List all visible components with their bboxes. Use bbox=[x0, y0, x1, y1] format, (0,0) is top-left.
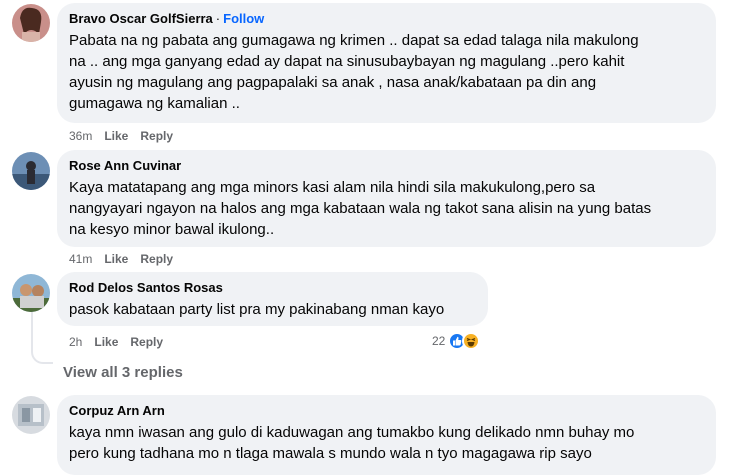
comment-text-line: na kesyo minor bawal ikulong.. bbox=[69, 221, 275, 238]
comment-text-line: ayusin ng magulang ang pagpapalaki sa an… bbox=[69, 74, 597, 91]
comment-text-line: nangyayari ngayon na halos ang mga kabat… bbox=[69, 200, 652, 217]
reaction-count: 22 bbox=[432, 334, 446, 348]
separator: · bbox=[215, 11, 221, 26]
comment-meta: 41m Like Reply bbox=[69, 251, 185, 267]
comment-author[interactable]: Bravo Oscar GolfSierra bbox=[69, 11, 213, 26]
comment-text-line: gumagawa ng kamalian .. bbox=[69, 95, 240, 112]
comment-text: Pabata na ng pabata ang gumagawa ng krim… bbox=[69, 30, 704, 114]
haha-icon bbox=[462, 332, 481, 350]
like-button[interactable]: Like bbox=[104, 129, 128, 143]
comment-meta: 36m Like Reply bbox=[69, 128, 185, 144]
comment-text: kaya nmn iwasan ang gulo di kaduwagan an… bbox=[69, 422, 704, 464]
thread-connector bbox=[31, 306, 53, 364]
comment-author[interactable]: Rod Delos Santos Rosas bbox=[69, 279, 476, 297]
like-button[interactable]: Like bbox=[104, 252, 128, 266]
comment-text-line: na .. ang mga ganyang edad ay dapat na s… bbox=[69, 53, 625, 70]
avatar[interactable] bbox=[12, 4, 50, 42]
comment-bubble: Rod Delos Santos Rosas pasok kabataan pa… bbox=[57, 272, 488, 326]
comment-text: Kaya matatapang ang mga minors kasi alam… bbox=[69, 177, 704, 240]
reaction-summary[interactable]: 22 bbox=[432, 332, 481, 350]
comment-text-line: Pabata na ng pabata ang gumagawa ng krim… bbox=[69, 32, 639, 49]
reply-button[interactable]: Reply bbox=[130, 335, 163, 349]
comment-text-line: pero kung tadhana mo n tlaga mawala s mu… bbox=[69, 445, 592, 462]
like-button[interactable]: Like bbox=[94, 335, 118, 349]
comment-bubble: Bravo Oscar GolfSierra · Follow Pabata na … bbox=[57, 3, 716, 123]
comment-time[interactable]: 2h bbox=[69, 335, 82, 349]
comment-text: pasok kabataan party list pra my pakinab… bbox=[69, 299, 476, 320]
avatar[interactable] bbox=[12, 396, 50, 434]
comment-bubble: Rose Ann Cuvinar Kaya matatapang ang mga… bbox=[57, 150, 716, 247]
comment-text-line: pasok kabataan party list pra my pakinab… bbox=[69, 301, 445, 318]
comment-time[interactable]: 41m bbox=[69, 252, 92, 266]
follow-button[interactable]: Follow bbox=[223, 11, 264, 26]
reply-button[interactable]: Reply bbox=[140, 129, 173, 143]
avatar[interactable] bbox=[12, 274, 50, 312]
avatar[interactable] bbox=[12, 152, 50, 190]
comment-author[interactable]: Corpuz Arn Arn bbox=[69, 402, 704, 420]
comment-bubble: Corpuz Arn Arn kaya nmn iwasan ang gulo … bbox=[57, 395, 716, 475]
view-replies-link[interactable]: View all 3 replies bbox=[63, 364, 183, 381]
comment-author-line: Bravo Oscar GolfSierra · Follow bbox=[69, 10, 704, 28]
reply-button[interactable]: Reply bbox=[140, 252, 173, 266]
comment-text-line: Kaya matatapang ang mga minors kasi alam… bbox=[69, 179, 596, 196]
comment-text-line: kaya nmn iwasan ang gulo di kaduwagan an… bbox=[69, 424, 635, 441]
comment-author[interactable]: Rose Ann Cuvinar bbox=[69, 157, 704, 175]
comment-time[interactable]: 36m bbox=[69, 129, 92, 143]
comment-meta: 2h Like Reply bbox=[69, 334, 175, 350]
